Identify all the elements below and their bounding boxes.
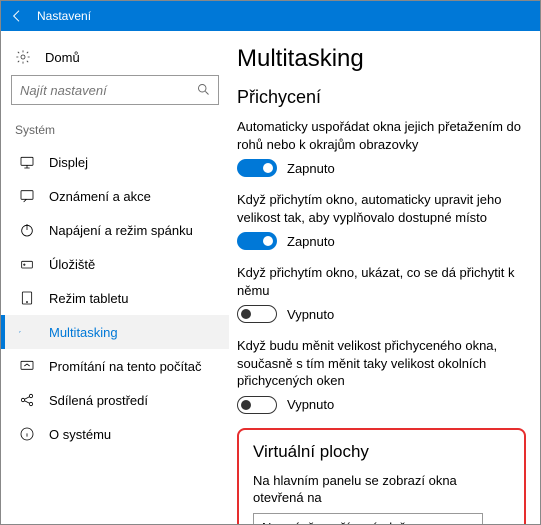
chat-icon bbox=[19, 188, 35, 204]
nav-label: Promítání na tento počítač bbox=[49, 359, 201, 374]
power-icon bbox=[19, 222, 35, 238]
home-label: Domů bbox=[45, 50, 80, 65]
multitask-icon bbox=[19, 324, 35, 340]
home-link[interactable]: Domů bbox=[1, 43, 229, 75]
snap-opt3-desc: Když přichytím okno, ukázat, co se dá př… bbox=[237, 264, 526, 299]
app-name: Nastavení bbox=[33, 9, 91, 23]
main-content: Multitasking Přichycení Automaticky uspo… bbox=[229, 31, 540, 524]
snap-opt4-desc: Když budu měnit velikost přichyceného ok… bbox=[237, 337, 526, 390]
nav-oznameni[interactable]: Oznámení a akce bbox=[1, 179, 229, 213]
nav-multitasking[interactable]: Multitasking bbox=[1, 315, 229, 349]
group-label: Systém bbox=[1, 123, 229, 145]
back-button[interactable] bbox=[1, 1, 33, 31]
nav-label: Režim tabletu bbox=[49, 291, 128, 306]
page-title: Multitasking bbox=[237, 45, 526, 73]
snap-opt2-state: Zapnuto bbox=[287, 234, 335, 249]
snap-opt1-state: Zapnuto bbox=[287, 161, 335, 176]
snap-heading: Přichycení bbox=[237, 87, 526, 108]
snap-opt4-state: Vypnuto bbox=[287, 397, 334, 412]
snap-opt3-toggle[interactable] bbox=[237, 305, 277, 323]
snap-opt1-desc: Automaticky uspořádat okna jejich přetaž… bbox=[237, 118, 526, 153]
info-icon bbox=[19, 426, 35, 442]
vd-q1-desc: Na hlavním panelu se zobrazí okna otevře… bbox=[253, 472, 510, 507]
snap-opt3-state: Vypnuto bbox=[287, 307, 334, 322]
nav-tablet[interactable]: Režim tabletu bbox=[1, 281, 229, 315]
titlebar: Nastavení bbox=[1, 1, 540, 31]
nav-label: Oznámení a akce bbox=[49, 189, 151, 204]
nav-label: O systému bbox=[49, 427, 111, 442]
snap-opt4-toggle[interactable] bbox=[237, 396, 277, 414]
tablet-icon bbox=[19, 290, 35, 306]
virtual-desktops-box: Virtuální plochy Na hlavním panelu se zo… bbox=[237, 428, 526, 524]
vd-q1-select[interactable]: Na právě používané ploše bbox=[253, 513, 483, 524]
vd-q1-value: Na právě používané ploše bbox=[253, 513, 483, 524]
share-icon bbox=[19, 392, 35, 408]
nav-promitani[interactable]: Promítání na tento počítač bbox=[1, 349, 229, 383]
snap-opt2-desc: Když přichytím okno, automaticky upravit… bbox=[237, 191, 526, 226]
search-input[interactable] bbox=[11, 75, 219, 105]
sidebar: Domů Systém Displej Oznámení a akce Napá… bbox=[1, 31, 229, 524]
storage-icon bbox=[19, 256, 35, 272]
search-box[interactable] bbox=[11, 75, 219, 105]
vd-heading: Virtuální plochy bbox=[253, 442, 510, 462]
search-icon bbox=[196, 82, 211, 97]
nav-label: Napájení a režim spánku bbox=[49, 223, 193, 238]
nav-sdilena[interactable]: Sdílená prostředí bbox=[1, 383, 229, 417]
gear-icon bbox=[15, 49, 31, 65]
nav-osystemu[interactable]: O systému bbox=[1, 417, 229, 451]
snap-opt1-toggle[interactable] bbox=[237, 159, 277, 177]
nav-uloziste[interactable]: Úložiště bbox=[1, 247, 229, 281]
snap-opt2-toggle[interactable] bbox=[237, 232, 277, 250]
project-icon bbox=[19, 358, 35, 374]
nav-napajeni[interactable]: Napájení a režim spánku bbox=[1, 213, 229, 247]
nav-label: Multitasking bbox=[49, 325, 118, 340]
nav-label: Sdílená prostředí bbox=[49, 393, 148, 408]
monitor-icon bbox=[19, 154, 35, 170]
nav-displej[interactable]: Displej bbox=[1, 145, 229, 179]
nav-label: Displej bbox=[49, 155, 88, 170]
nav-label: Úložiště bbox=[49, 257, 95, 272]
